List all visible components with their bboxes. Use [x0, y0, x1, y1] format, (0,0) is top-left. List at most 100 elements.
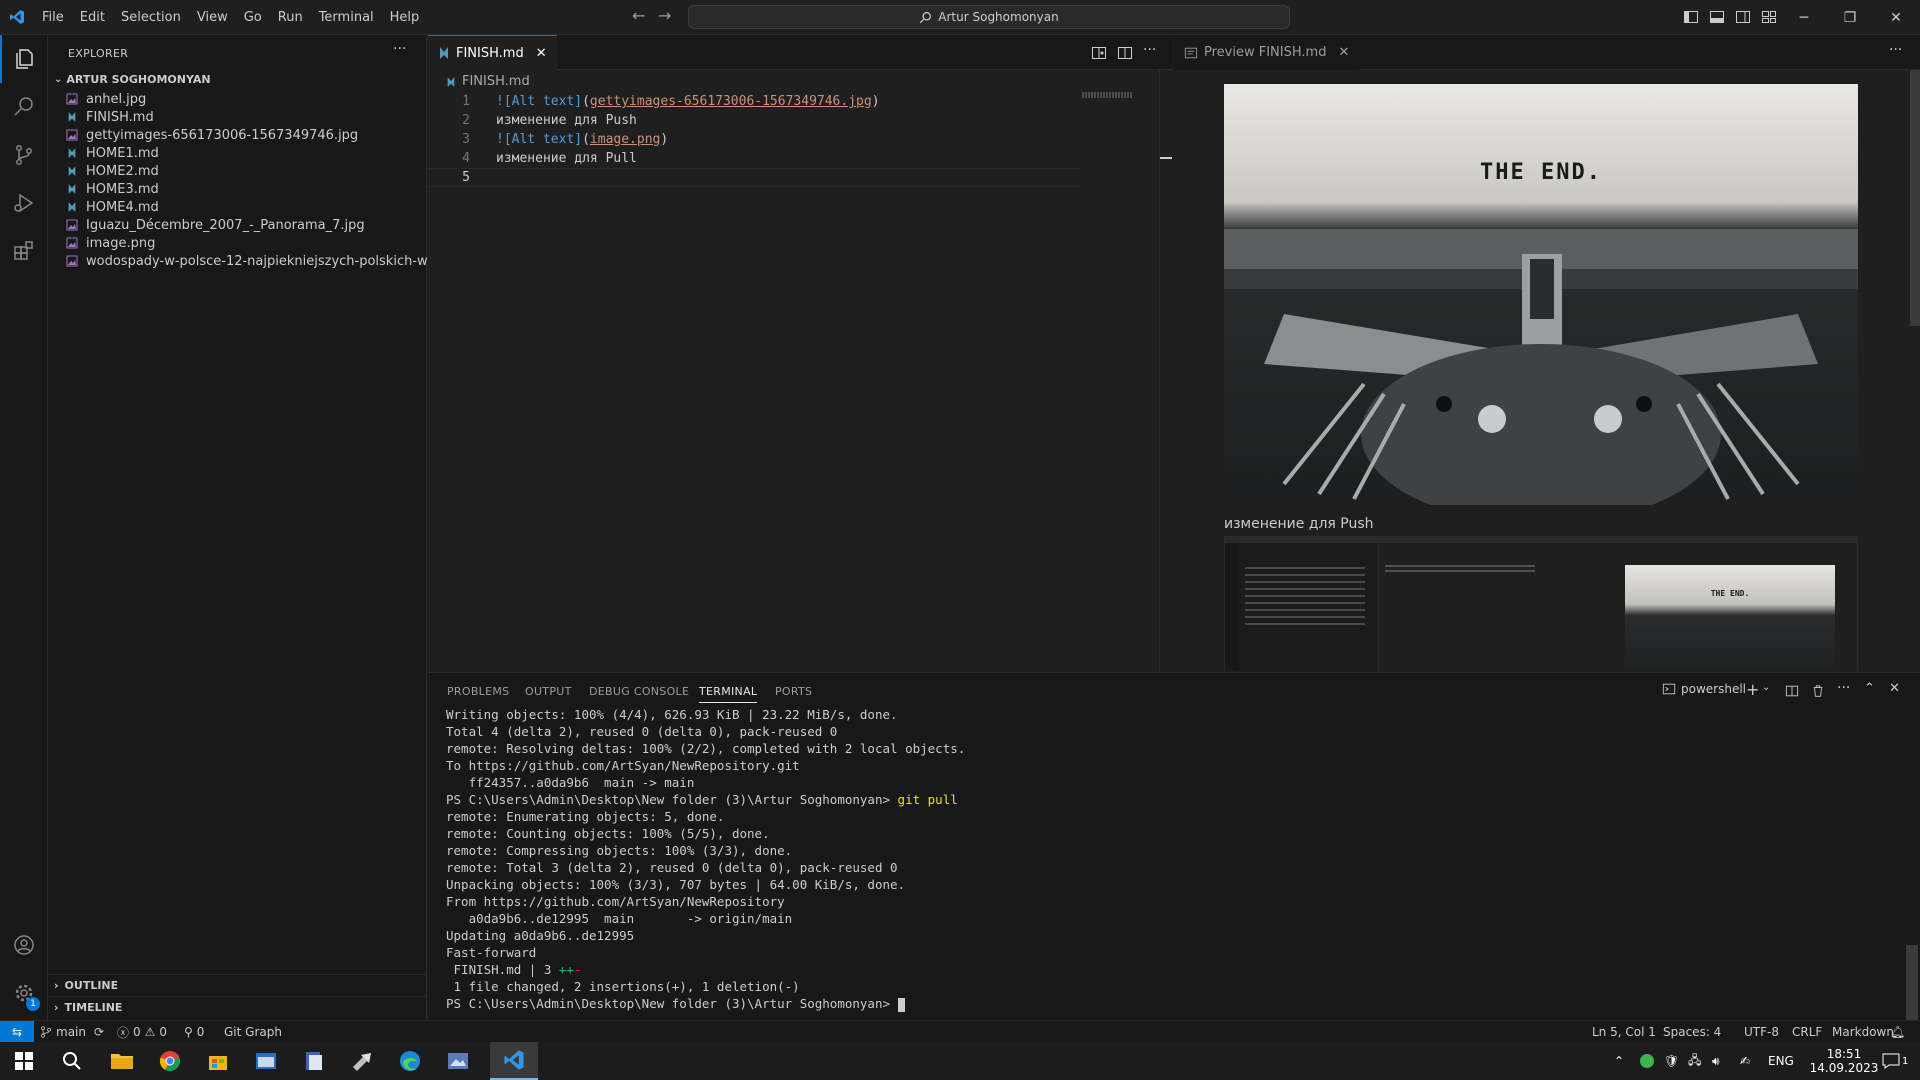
timeline-section[interactable]: › TIMELINE [48, 996, 427, 1018]
taskbar-search-icon[interactable] [48, 1042, 96, 1080]
command-center-search[interactable]: Artur Soghomonyan [688, 5, 1290, 29]
chrome-icon[interactable] [146, 1042, 194, 1080]
microsoft-store-icon[interactable] [194, 1042, 242, 1080]
menu-selection[interactable]: Selection [113, 0, 189, 35]
code-line[interactable]: 2 изменение для Push [428, 111, 1078, 130]
menu-terminal[interactable]: Terminal [311, 0, 382, 35]
search-icon[interactable] [0, 83, 48, 131]
open-preview-icon[interactable] [1091, 45, 1107, 61]
app-document-icon[interactable] [290, 1042, 338, 1080]
back-arrow-icon[interactable]: ← [632, 6, 645, 25]
markdown-preview[interactable]: THE END. изменение для Push THE END. [1174, 70, 1920, 671]
pen-ink-icon[interactable]: ✍︎ [1740, 1042, 1750, 1080]
source-control-icon[interactable] [0, 131, 48, 179]
terminal-output[interactable]: Writing objects: 100% (4/4), 626.93 KiB … [428, 707, 1920, 1021]
tray-security-icon[interactable]: 🛡︎ [1664, 1042, 1679, 1080]
file-tree-item[interactable]: Iguazu_Décembre_2007_-_Panorama_7.jpg [48, 216, 427, 234]
action-center-icon[interactable]: 1 [1882, 1042, 1908, 1080]
app-photo-icon[interactable] [434, 1042, 482, 1080]
editor-scrollbar[interactable] [1159, 70, 1173, 671]
workspace-folder-header[interactable]: ⌄ ARTUR SOGHOMONYAN [48, 68, 427, 90]
menu-run[interactable]: Run [270, 0, 311, 35]
toggle-secondary-sidebar-icon[interactable] [1735, 9, 1751, 25]
code-line[interactable]: 3 ![Alt text](image.png) [428, 130, 1078, 149]
restore-icon[interactable]: ❐ [1827, 0, 1873, 35]
vscode-taskbar-icon[interactable] [490, 1042, 538, 1080]
volume-icon[interactable]: 🔊︎ [1712, 1042, 1720, 1080]
customize-layout-icon[interactable] [1761, 9, 1777, 25]
git-graph-button[interactable]: Git Graph [224, 1021, 282, 1043]
menu-help[interactable]: Help [382, 0, 428, 35]
close-panel-icon[interactable]: ✕ [1889, 681, 1900, 696]
file-tree-item[interactable]: FINISH.md [48, 108, 427, 126]
md-image-link[interactable]: image.png [590, 132, 660, 147]
breadcrumb[interactable]: FINISH.md [446, 74, 530, 89]
minimap[interactable] [1082, 92, 1132, 98]
run-debug-icon[interactable] [0, 179, 48, 227]
tray-app-green-icon[interactable] [1640, 1042, 1654, 1080]
file-tree-item[interactable]: HOME2.md [48, 162, 427, 180]
file-tree-item[interactable]: wodospady-w-polsce-12-najpiekniejszych-p… [48, 252, 427, 270]
tab-terminal[interactable]: TERMINAL [699, 685, 758, 703]
terminal-shell-selector[interactable]: powershell [1662, 682, 1746, 696]
explorer-icon[interactable] [0, 35, 48, 83]
close-tab-icon[interactable]: ✕ [536, 46, 547, 61]
file-tree-item[interactable]: HOME1.md [48, 144, 427, 162]
file-tree-item[interactable]: gettyimages-656173006-1567349746.jpg [48, 126, 427, 144]
current-code-line[interactable]: 5 [428, 168, 1078, 187]
tab-problems[interactable]: PROBLEMS [447, 685, 509, 698]
file-explorer-icon[interactable] [98, 1042, 146, 1080]
preview-more-actions-icon[interactable]: ··· [1889, 42, 1902, 58]
more-actions-icon[interactable]: ··· [393, 41, 406, 57]
kill-terminal-trash-icon[interactable] [1811, 684, 1825, 698]
maximize-panel-chevron-up-icon[interactable]: ⌃ [1864, 681, 1875, 696]
input-language[interactable]: ENG [1768, 1042, 1794, 1080]
show-hidden-icons-chevron-icon[interactable]: ⌃ [1614, 1042, 1624, 1080]
cursor-position[interactable]: Ln 5, Col 1 [1592, 1021, 1656, 1043]
encoding[interactable]: UTF-8 [1744, 1021, 1779, 1043]
panel-more-actions-icon[interactable]: ··· [1837, 680, 1850, 696]
edge-icon[interactable] [386, 1042, 434, 1080]
problems-indicator[interactable]: ⓧ 0 ⚠ 0 [117, 1021, 167, 1043]
terminal-dropdown-chevron-icon[interactable]: ⌄ [1762, 682, 1770, 693]
outline-section[interactable]: › OUTLINE [48, 974, 427, 996]
menu-edit[interactable]: Edit [72, 0, 113, 35]
manage-gear-icon[interactable]: 1 [0, 969, 48, 1017]
file-tree-item[interactable]: anhel.jpg [48, 90, 427, 108]
code-editor[interactable]: FINISH.md 1 ![Alt text](gettyimages-6561… [428, 70, 1173, 671]
network-icon[interactable]: 🖧︎ [1688, 1042, 1701, 1080]
sync-icon[interactable]: ⟳ [94, 1025, 104, 1039]
new-terminal-plus-icon[interactable]: + [1746, 680, 1759, 699]
split-terminal-icon[interactable] [1785, 684, 1799, 698]
tab-finish-md[interactable]: FINISH.md ✕ [428, 35, 557, 70]
forward-arrow-icon[interactable]: → [658, 6, 671, 25]
tab-preview-finish-md[interactable]: Preview FINISH.md ✕ [1174, 35, 1360, 70]
ports-indicator[interactable]: ⚲ 0 [184, 1021, 204, 1043]
editor-more-actions-icon[interactable]: ··· [1143, 42, 1156, 58]
git-branch-indicator[interactable]: main ⟳ [40, 1021, 104, 1043]
close-tab-icon[interactable]: ✕ [1338, 45, 1349, 60]
notifications-bell-icon[interactable]: 🔔︎ [1890, 1021, 1905, 1043]
language-mode[interactable]: Markdown [1832, 1021, 1894, 1043]
code-line[interactable]: 4 изменение для Pull [428, 149, 1078, 168]
close-window-icon[interactable]: ✕ [1873, 0, 1919, 35]
app-window-icon[interactable] [242, 1042, 290, 1080]
tab-ports[interactable]: PORTS [775, 685, 812, 698]
menu-go[interactable]: Go [236, 0, 270, 35]
file-tree-item[interactable]: HOME3.md [48, 180, 427, 198]
app-tool-icon[interactable] [338, 1042, 386, 1080]
file-tree-item[interactable]: image.png [48, 234, 427, 252]
menu-file[interactable]: File [34, 0, 72, 35]
file-tree-item[interactable]: HOME4.md [48, 198, 427, 216]
preview-scrollbar-thumb[interactable] [1910, 70, 1920, 326]
accounts-icon[interactable] [0, 921, 48, 969]
extensions-icon[interactable] [0, 227, 48, 275]
toggle-panel-icon[interactable] [1709, 9, 1725, 25]
code-line[interactable]: 1 ![Alt text](gettyimages-656173006-1567… [428, 92, 1078, 111]
end-of-line[interactable]: CRLF [1792, 1021, 1822, 1043]
tab-output[interactable]: OUTPUT [525, 685, 572, 698]
indentation[interactable]: Spaces: 4 [1663, 1021, 1721, 1043]
terminal-prompt-line[interactable]: PS C:\Users\Admin\Desktop\New folder (3)… [446, 996, 905, 1013]
clock[interactable]: 18:51 14.09.2023 [1808, 1044, 1880, 1078]
tab-debug-console[interactable]: DEBUG CONSOLE [589, 685, 689, 698]
